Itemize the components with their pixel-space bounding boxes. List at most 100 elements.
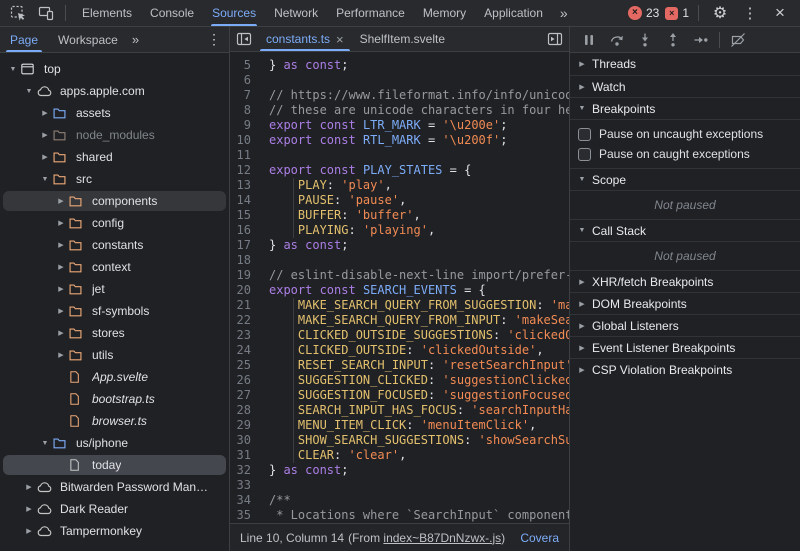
code-line-29: 29 MENU_ITEM_CLICK: 'menuItemClick', — [230, 418, 569, 433]
step-over-icon[interactable] — [604, 29, 630, 51]
mapped-from: (From index~B87DnNzwx-.js) — [348, 530, 506, 545]
close-tab-icon[interactable]: × — [336, 32, 344, 47]
tree-item-bootstrap-ts[interactable]: bootstrap.ts — [0, 388, 229, 410]
hide-navigator-icon[interactable] — [230, 31, 258, 47]
devtools-main: Page Workspace » ⋮ ▼ top ▼ apps.apple.com ▶ a… — [0, 27, 800, 551]
inspect-element-icon[interactable] — [6, 2, 30, 24]
tree-expand-arrow-icon[interactable]: ▶ — [54, 241, 68, 249]
section-global-listeners[interactable]: ▶ Global Listeners — [570, 314, 800, 336]
tree-item-dark-reader[interactable]: ▶ Dark Reader — [0, 498, 229, 520]
tree-collapse-arrow-icon[interactable]: ▼ — [22, 88, 36, 95]
tree-item-shared[interactable]: ▶ shared — [0, 146, 229, 168]
panel-tab-network[interactable]: Network — [265, 0, 327, 26]
tree-expand-arrow-icon[interactable]: ▶ — [54, 351, 68, 359]
tree-expand-arrow-icon[interactable]: ▶ — [54, 307, 68, 315]
tree-expand-arrow-icon[interactable]: ▶ — [54, 285, 68, 293]
checkbox-icon[interactable] — [578, 147, 591, 161]
tree-expand-arrow-icon[interactable]: ▶ — [22, 527, 36, 535]
code-line-24: 24 CLICKED_OUTSIDE: 'clickedOutside', — [230, 343, 569, 358]
line-number: 22 — [236, 313, 251, 327]
coverage-link[interactable]: Covera — [520, 531, 559, 545]
devtools-main-toolbar: Elements Console Sources Network Performance… — [0, 0, 800, 27]
tree-item-constants[interactable]: ▶ constants — [0, 234, 229, 256]
section-csp-violation-breakpoints[interactable]: ▶ CSP Violation Breakpoints — [570, 358, 800, 380]
tree-item-config[interactable]: ▶ config — [0, 212, 229, 234]
navigator-menu-icon[interactable]: ⋮ — [199, 31, 229, 48]
panel-tab-performance[interactable]: Performance — [327, 0, 414, 26]
tree-item-src[interactable]: ▼ src — [0, 168, 229, 190]
tree-item-node-modules[interactable]: ▶ node_modules — [0, 124, 229, 146]
deactivate-breakpoints-icon[interactable] — [725, 29, 751, 51]
close-devtools-icon[interactable]: × — [768, 2, 792, 24]
section-scope[interactable]: ▼ Scope — [570, 168, 800, 190]
more-options-icon[interactable]: ⋮ — [738, 2, 762, 24]
pause-script-icon[interactable] — [576, 29, 602, 51]
panel-tab-application[interactable]: Application — [475, 0, 552, 26]
checkbox-icon[interactable] — [578, 127, 591, 141]
tree-item-app-svelte[interactable]: App.svelte — [0, 366, 229, 388]
tree-expand-arrow-icon[interactable]: ▶ — [22, 483, 36, 491]
step-into-icon[interactable] — [632, 29, 658, 51]
tree-item-stores[interactable]: ▶ stores — [0, 322, 229, 344]
tree-item-top[interactable]: ▼ top — [0, 58, 229, 80]
panel-tab-memory[interactable]: Memory — [414, 0, 475, 26]
tree-expand-arrow-icon[interactable]: ▶ — [38, 153, 52, 161]
panel-tab-console[interactable]: Console — [141, 0, 203, 26]
code-line-23: 23 CLICKED_OUTSIDE_SUGGESTIONS: 'clicked… — [230, 328, 569, 343]
step-icon[interactable] — [688, 29, 714, 51]
tree-item-apps-apple-com[interactable]: ▼ apps.apple.com — [0, 80, 229, 102]
more-navigator-tabs-button[interactable]: » — [128, 32, 143, 47]
tree-item-us-iphone[interactable]: ▼ us/iphone — [0, 432, 229, 454]
section-breakpoints[interactable]: ▼ Breakpoints — [570, 97, 800, 119]
show-debugger-panel-icon[interactable] — [541, 31, 569, 47]
tree-item-components[interactable]: ▶ components — [0, 190, 229, 212]
folder-icon — [68, 304, 86, 318]
section-dom-breakpoints[interactable]: ▶ DOM Breakpoints — [570, 292, 800, 314]
folder-icon — [68, 238, 86, 252]
tree-item-tampermonkey[interactable]: ▶ Tampermonkey — [0, 520, 229, 542]
tree-collapse-arrow-icon[interactable]: ▼ — [38, 176, 52, 183]
tree-item-context[interactable]: ▶ context — [0, 256, 229, 278]
issues-badge[interactable]: × 1 — [665, 6, 689, 20]
tree-collapse-arrow-icon[interactable]: ▼ — [6, 66, 20, 73]
device-toolbar-icon[interactable] — [34, 2, 58, 24]
code-view[interactable]: 5} as const; 6 7 // https://www.fileformat.… — [230, 52, 569, 523]
step-out-icon[interactable] — [660, 29, 686, 51]
tree-expand-arrow-icon[interactable]: ▶ — [54, 329, 68, 337]
source-map-link[interactable]: index~B87DnNzwx-.js — [383, 531, 501, 545]
tree-item-sf-symbols[interactable]: ▶ sf-symbols — [0, 300, 229, 322]
tree-item-utils[interactable]: ▶ utils — [0, 344, 229, 366]
tree-expand-arrow-icon[interactable]: ▶ — [38, 131, 52, 139]
settings-gear-icon[interactable]: ⚙ — [708, 2, 732, 24]
editor-tab-constants-ts[interactable]: constants.ts × — [258, 27, 352, 51]
tree-expand-arrow-icon[interactable]: ▶ — [54, 197, 68, 205]
tree-item-bitwarden-password-man-[interactable]: ▶ Bitwarden Password Man… — [0, 476, 229, 498]
checkbox-pause-on-caught-exceptions[interactable]: Pause on caught exceptions — [570, 144, 800, 164]
panel-tab-elements[interactable]: Elements — [73, 0, 141, 26]
tab-workspace[interactable]: Workspace — [48, 27, 128, 52]
console-errors-badge[interactable]: × 23 — [627, 6, 659, 20]
section-watch[interactable]: ▶ Watch — [570, 75, 800, 97]
tree-item-jet[interactable]: ▶ jet — [0, 278, 229, 300]
tab-page[interactable]: Page — [0, 27, 48, 52]
tree-item-browser-ts[interactable]: browser.ts — [0, 410, 229, 432]
section-title: Global Listeners — [592, 318, 679, 333]
line-content: SUGGESTION_CLICKED: 'suggestionClicked', — [260, 373, 569, 388]
tree-item-today[interactable]: today — [0, 454, 229, 476]
checkbox-pause-on-uncaught-exceptions[interactable]: Pause on uncaught exceptions — [570, 124, 800, 144]
section-xhr-fetch-breakpoints[interactable]: ▶ XHR/fetch Breakpoints — [570, 270, 800, 292]
tree-expand-arrow-icon[interactable]: ▶ — [54, 219, 68, 227]
section-event-listener-breakpoints[interactable]: ▶ Event Listener Breakpoints — [570, 336, 800, 358]
more-panels-button[interactable]: » — [552, 5, 576, 21]
tree-expand-arrow-icon[interactable]: ▶ — [54, 263, 68, 271]
line-number: 11 — [236, 148, 251, 162]
tree-collapse-arrow-icon[interactable]: ▼ — [38, 440, 52, 447]
section-threads[interactable]: ▶ Threads — [570, 53, 800, 75]
tree-item-label: browser.ts — [92, 414, 147, 428]
panel-tab-sources[interactable]: Sources — [203, 0, 265, 26]
section-call-stack[interactable]: ▼ Call Stack — [570, 219, 800, 241]
editor-tab-shelfitem-svelte[interactable]: ShelfItem.svelte — [352, 27, 453, 51]
tree-item-assets[interactable]: ▶ assets — [0, 102, 229, 124]
tree-expand-arrow-icon[interactable]: ▶ — [38, 109, 52, 117]
tree-expand-arrow-icon[interactable]: ▶ — [22, 505, 36, 513]
